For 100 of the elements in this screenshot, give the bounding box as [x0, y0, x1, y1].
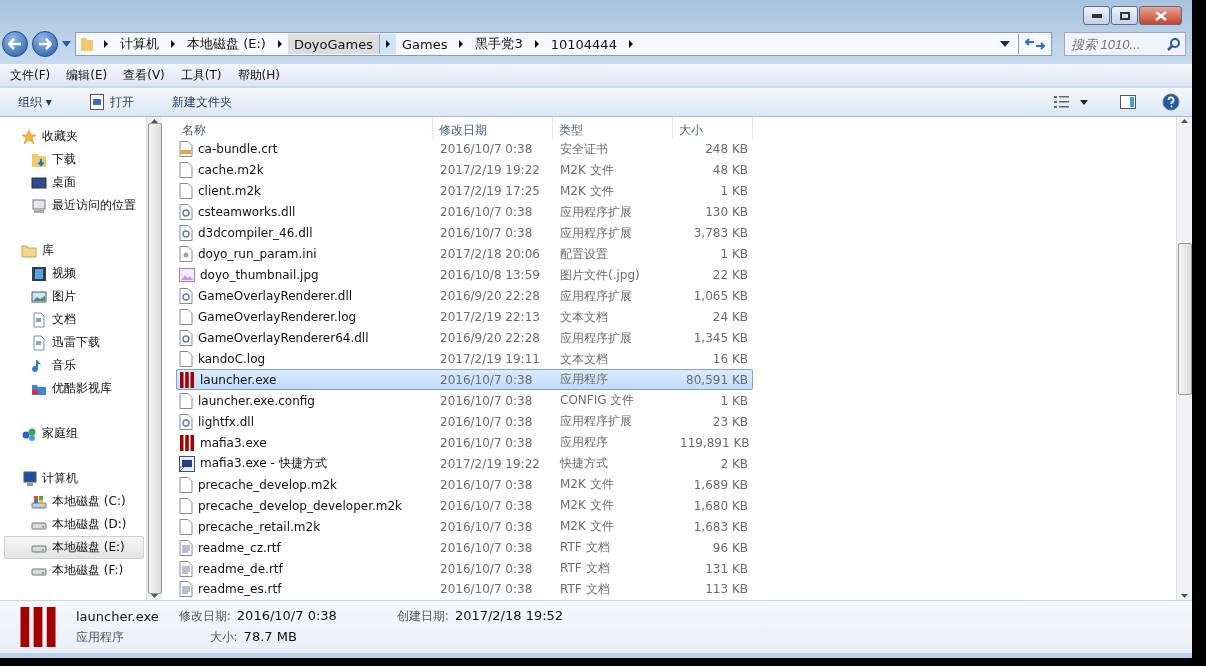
sidebar-label: 收藏夹 — [42, 128, 78, 145]
dropdown-icon[interactable] — [1000, 41, 1010, 47]
date-cell-text: 2016/10/8 13:59 — [439, 268, 541, 283]
size-cell-text: 1,689 KB — [692, 477, 749, 492]
date-cell-text: 2016/9/20 22:28 — [439, 289, 541, 304]
date-cell-text: 2016/10/7 0:38 — [439, 226, 534, 241]
forward-button[interactable] — [32, 31, 58, 57]
file-row[interactable]: launcher.exe 2016/10/7 0:38 应用程序 80,591 KB — [176, 369, 753, 391]
sidebar-item[interactable]: 本地磁盘 (F:) — [4, 559, 144, 582]
file-row[interactable]: mafia3.exe 2016/10/7 0:38 应用程序 119,891 KB — [176, 432, 753, 454]
breadcrumb-item[interactable]: 10104444 — [544, 34, 623, 54]
menu-item[interactable]: 文件(F) — [2, 66, 59, 84]
file-row[interactable]: ca-bundle.crt 2016/10/7 0:38 安全证书 248 KB — [176, 139, 753, 160]
column-header[interactable]: 名称 — [176, 117, 433, 139]
sidebar-item[interactable]: 迅雷下载 — [4, 331, 144, 354]
sidebar-item[interactable]: 图片 — [4, 285, 144, 308]
breadcrumb-item[interactable]: 本地磁盘 (E:) — [181, 34, 272, 54]
date-cell-text: 2016/10/7 0:38 — [439, 540, 534, 555]
details-value: 2017/2/18 19:52 — [454, 608, 564, 625]
preview-pane-icon[interactable] — [1120, 95, 1136, 109]
file-row[interactable]: precache_develop_developer.m2k 2016/10/7 0:38 M2K 文件 1,680 KB — [176, 495, 753, 517]
details-value: 78.7 MB — [243, 629, 297, 646]
menu-item[interactable]: 查看(V) — [115, 66, 173, 84]
scroll-down-icon[interactable] — [1181, 594, 1188, 598]
size-cell-text: 113 KB — [704, 582, 749, 597]
column-header[interactable]: 大小 — [673, 117, 753, 139]
sidebar-item[interactable]: 本地磁盘 (C:) — [4, 490, 144, 513]
sidebar-item[interactable]: 桌面 — [4, 171, 144, 194]
sidebar-heading[interactable]: 计算机 — [4, 467, 144, 490]
file-row[interactable]: GameOverlayRenderer64.dll 2016/9/20 22:28 应用程序扩展 1,345 KB — [176, 327, 753, 349]
type-cell-text: 快捷方式 — [559, 455, 609, 473]
file-row[interactable]: precache_retail.m2k 2016/10/7 0:38 M2K 文件 1,683 KB — [176, 516, 753, 538]
sidebar-item[interactable]: 音乐 — [4, 354, 144, 377]
file-row[interactable]: GameOverlayRenderer.dll 2016/9/20 22:28 应用程序扩展 1,065 KB — [176, 285, 753, 307]
sidebar-item[interactable]: 下载 — [4, 148, 144, 171]
breadcrumb-item[interactable]: DoyoGames — [287, 34, 380, 54]
sidebar-item[interactable]: 文档 — [4, 308, 144, 331]
minimize-icon — [1091, 13, 1102, 18]
document-icon — [179, 539, 193, 556]
menu-item[interactable]: 帮助(H) — [229, 66, 288, 84]
sidebar-heading[interactable]: 库 — [4, 239, 144, 262]
scrollbar[interactable] — [146, 117, 162, 600]
type-cell-text: 应用程序扩展 — [559, 329, 633, 347]
file-row[interactable]: kandoC.log 2017/2/19 19:11 文本文档 16 KB — [176, 348, 753, 370]
menu-item[interactable]: 编辑(E) — [58, 66, 116, 84]
search-icon[interactable] — [1167, 37, 1181, 51]
file-row[interactable]: GameOverlayRenderer.log 2017/2/19 22:13 文本文档 24 KB — [176, 306, 753, 328]
menu-item[interactable]: 工具(T) — [172, 66, 230, 84]
type-cell-text: M2K 文件 — [559, 476, 615, 494]
file-row[interactable]: doyo_thumbnail.jpg 2016/10/8 13:59 图片文件(.jpg) 22 KB — [176, 264, 753, 286]
type-cell-text: 应用程序扩展 — [559, 413, 633, 431]
column-header[interactable]: 修改日期 — [433, 117, 553, 139]
file-name: precache_retail.m2k — [198, 519, 321, 534]
file-row[interactable]: readme_cz.rtf 2016/10/7 0:38 RTF 文档 96 KB — [176, 537, 753, 559]
file-row[interactable]: readme_es.rtf 2016/10/7 0:38 RTF 文档 113 KB — [176, 579, 753, 600]
maximize-button[interactable] — [1111, 6, 1138, 25]
file-row[interactable]: client.m2k 2017/2/19 17:25 M2K 文件 1 KB — [176, 180, 753, 202]
back-button[interactable] — [2, 31, 28, 57]
gear-file-icon — [179, 225, 193, 242]
file-row[interactable]: launcher.exe.config 2016/10/7 0:38 CONFIG 文件 1 KB — [176, 390, 753, 412]
sidebar-heading[interactable]: 收藏夹 — [4, 125, 144, 148]
file-row[interactable]: lightfx.dll 2016/10/7 0:38 应用程序扩展 23 KB — [176, 411, 753, 433]
details-label: 修改日期: — [178, 608, 231, 625]
type-cell-text: 配置设置 — [559, 245, 609, 263]
file-row[interactable]: csteamworks.dll 2016/10/7 0:38 应用程序扩展 130 KB — [176, 201, 753, 223]
file-row[interactable]: mafia3.exe - 快捷方式 2017/2/19 19:22 快捷方式 2 KB — [176, 453, 753, 475]
blank-file-icon — [179, 183, 193, 200]
sidebar-label: 音乐 — [52, 357, 76, 374]
type-cell-text: 应用程序扩展 — [559, 224, 633, 242]
date-cell-text: 2017/2/19 17:25 — [439, 184, 541, 199]
column-header[interactable]: 类型 — [553, 117, 673, 139]
new-folder-button[interactable]: 新建文件夹 — [165, 93, 238, 111]
sidebar-item[interactable]: 视频 — [4, 262, 144, 285]
film-icon — [31, 265, 47, 282]
sidebar-item[interactable]: 本地磁盘 (D:) — [4, 513, 144, 536]
organize-button[interactable]: 组织 ▾ — [12, 93, 58, 111]
sidebar-item[interactable]: 最近访问的位置 — [4, 194, 144, 217]
breadcrumb-item[interactable]: Games — [395, 34, 454, 54]
scroll-up-icon[interactable] — [1181, 119, 1188, 123]
file-row[interactable]: cache.m2k 2017/2/19 19:22 M2K 文件 48 KB — [176, 159, 753, 181]
file-row[interactable]: doyo_run_param.ini 2017/2/18 20:06 配置设置 1 KB — [176, 243, 753, 265]
file-row[interactable]: d3dcompiler_46.dll 2016/10/7 0:38 应用程序扩展 3,783 KB — [176, 222, 753, 244]
scrollbar[interactable] — [1176, 117, 1192, 600]
help-icon[interactable] — [1162, 93, 1180, 111]
breadcrumb-item[interactable]: 计算机 — [114, 34, 165, 54]
sidebar-label: 桌面 — [52, 174, 76, 191]
sidebar-label: 库 — [42, 242, 54, 259]
sidebar-item[interactable]: 优酷影视库 — [4, 377, 144, 400]
date-cell-text: 2016/10/7 0:38 — [439, 519, 534, 534]
close-button[interactable] — [1139, 6, 1182, 25]
address-bar[interactable]: 计算机 本地磁盘 (E:) DoyoGames Games 黑手党3 10104444 — [75, 32, 1052, 56]
file-row[interactable]: readme_de.rtf 2016/10/7 0:38 RTF 文档 131 KB — [176, 558, 753, 579]
open-button[interactable]: 打开 — [83, 93, 140, 111]
file-row[interactable]: precache_develop.m2k 2016/10/7 0:38 M2K 文件 1,689 KB — [176, 474, 753, 496]
type-cell-text: 文本文档 — [559, 308, 609, 326]
minimize-button[interactable] — [1083, 6, 1110, 25]
search-field[interactable]: 搜索 1010... — [1064, 32, 1186, 56]
breadcrumb-item[interactable]: 黑手党3 — [469, 34, 529, 54]
sidebar-item[interactable]: 本地磁盘 (E:) — [4, 536, 144, 559]
sidebar-heading[interactable]: 家庭组 — [4, 422, 144, 445]
